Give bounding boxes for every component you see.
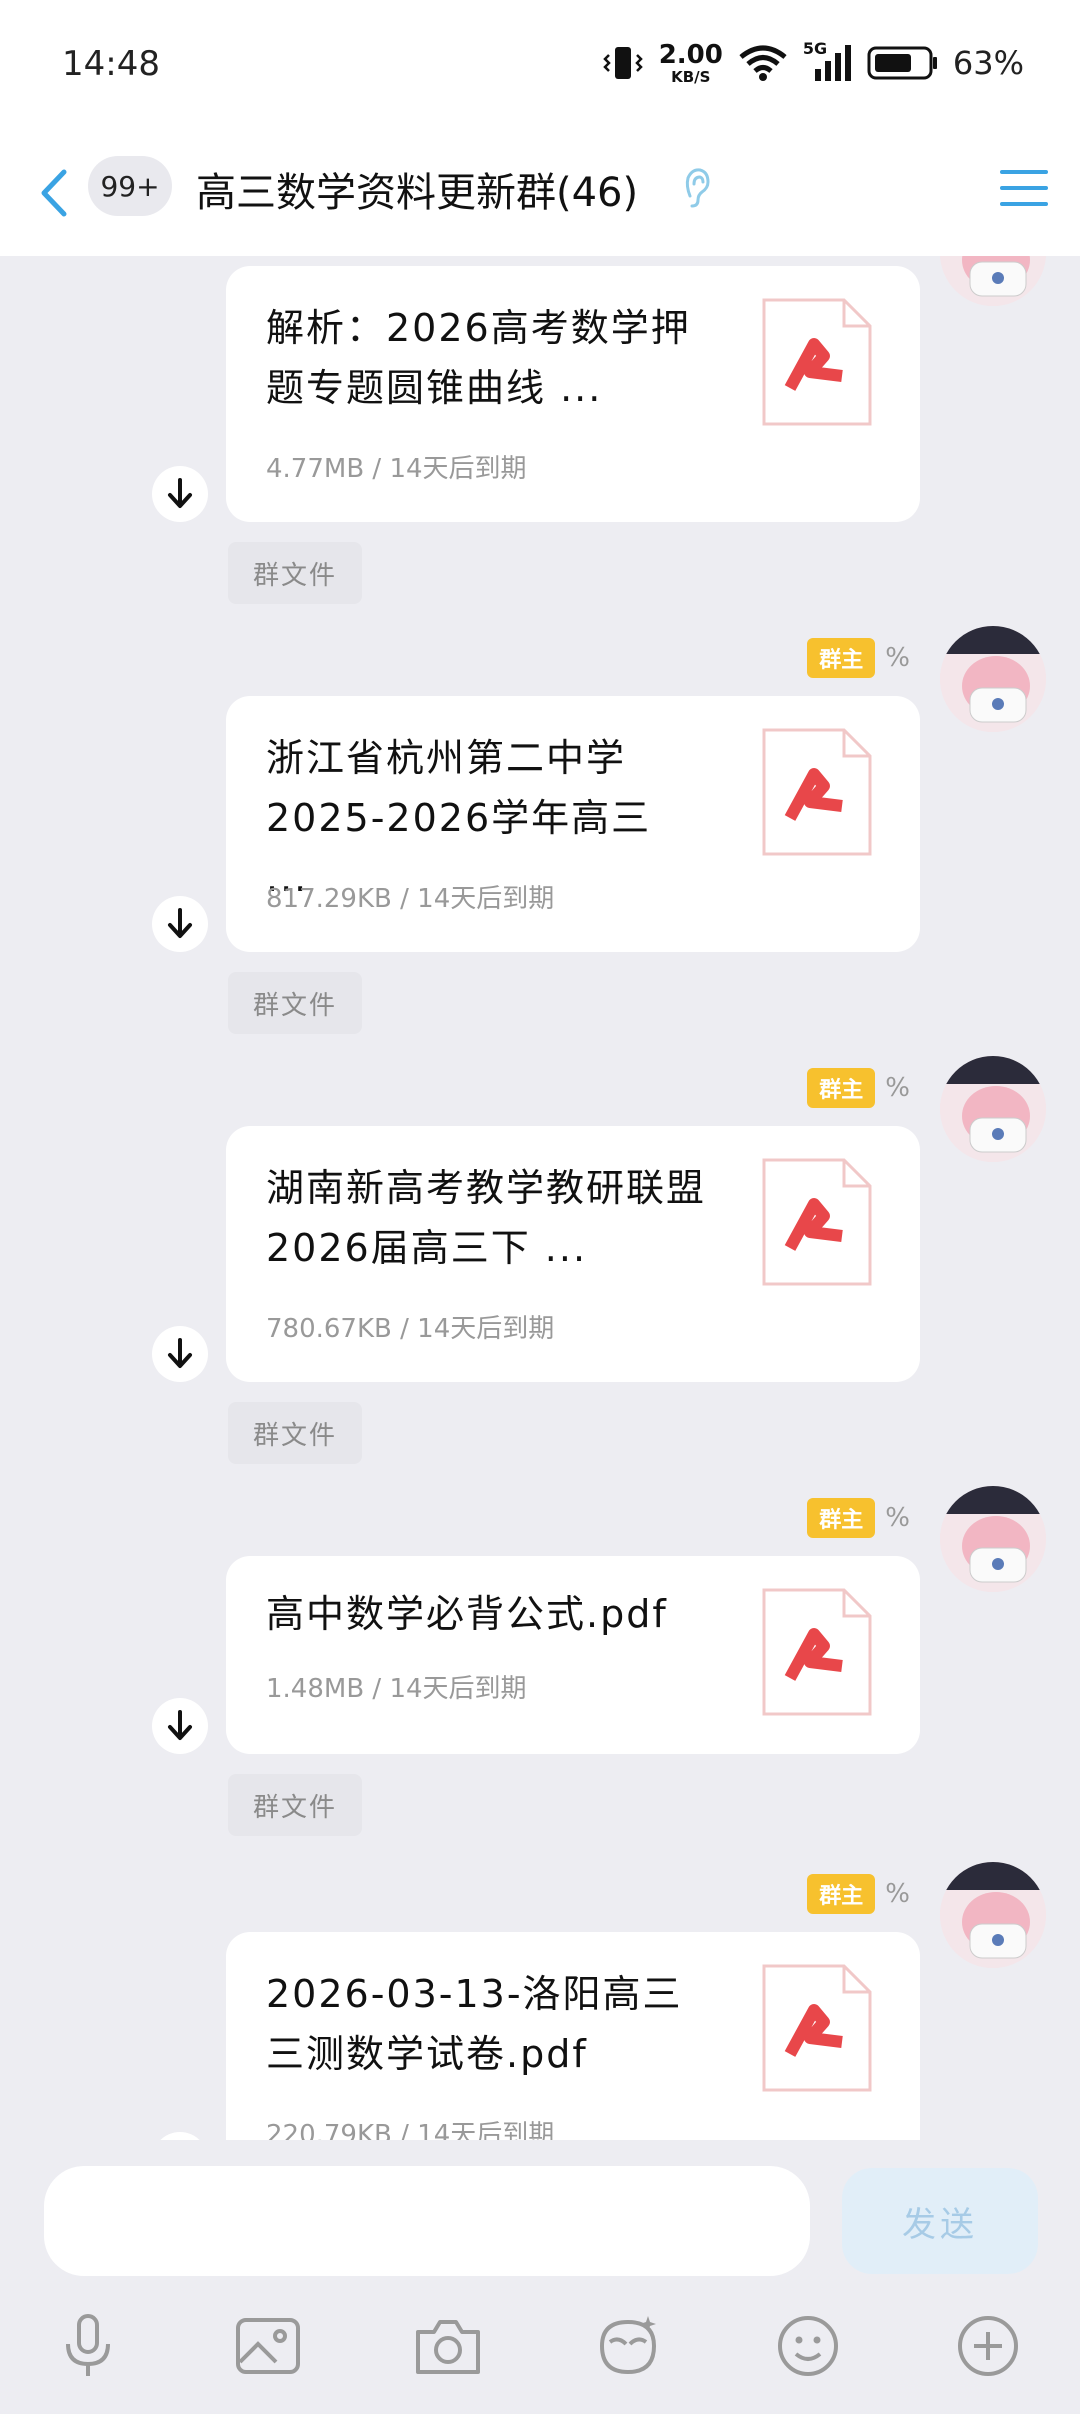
pdf-icon: [762, 1588, 872, 1716]
image-icon[interactable]: [232, 2310, 304, 2382]
message-item: 解析：2026高考数学押题专题圆锥曲线 ... 4.77MB / 14天后到期 …: [0, 256, 1080, 616]
camera-icon[interactable]: [412, 2310, 484, 2382]
signal-icon: 5G: [803, 39, 853, 85]
avatar[interactable]: [940, 1486, 1046, 1592]
message-item: 群主 % 高中数学必背公式.pdf 1.48MB / 14天后到期 群文件: [0, 1486, 1080, 1866]
battery-percent: 63%: [952, 44, 1024, 82]
chat-header: 99+ 高三数学资料更新群(46): [0, 130, 1080, 256]
download-button[interactable]: [152, 1326, 208, 1382]
file-name: 解析：2026高考数学押题专题圆锥曲线 ...: [266, 306, 691, 410]
avatar[interactable]: [940, 1862, 1046, 1968]
file-card[interactable]: 浙江省杭州第二中学2025-2026学年高三 ... 817.29KB / 14…: [226, 696, 920, 952]
send-button[interactable]: 发送: [842, 2168, 1038, 2274]
file-meta: 4.77MB / 14天后到期: [266, 454, 527, 484]
avatar[interactable]: [940, 1056, 1046, 1162]
avatar[interactable]: [940, 626, 1046, 732]
file-name: 2026-03-13-洛阳高三三测数学试卷.pdf: [266, 1972, 683, 2076]
download-button[interactable]: [152, 466, 208, 522]
network-speed: 2.00 KB/S: [659, 42, 723, 85]
file-name: 高中数学必背公式.pdf: [266, 1592, 668, 1636]
pdf-icon: [762, 1964, 872, 2092]
owner-tag: 群主: [807, 1874, 876, 1914]
file-card[interactable]: 湖南新高考教学教研联盟2026届高三下 ... 780.67KB / 14天后到…: [226, 1126, 920, 1382]
message-item: 群主 % 浙江省杭州第二中学2025-2026学年高三 ... 817.29KB…: [0, 626, 1080, 1046]
file-meta: 1.48MB / 14天后到期: [266, 1674, 527, 1704]
emoji-icon[interactable]: [772, 2310, 844, 2382]
group-file-tag: 群文件: [228, 972, 362, 1034]
download-button[interactable]: [152, 2132, 208, 2140]
status-bar: 14:48 2.00 KB/S 5G 63%: [0, 0, 1080, 130]
file-name: 湖南新高考教学教研联盟2026届高三下 ...: [266, 1166, 707, 1270]
plus-icon[interactable]: [952, 2310, 1024, 2382]
file-meta: 780.67KB / 14天后到期: [266, 1314, 555, 1344]
owner-tag: 群主: [807, 1068, 876, 1108]
pdf-icon: [762, 1158, 872, 1286]
speed-unit: KB/S: [671, 67, 711, 86]
group-file-tag: 群文件: [228, 542, 362, 604]
file-card[interactable]: 高中数学必背公式.pdf 1.48MB / 14天后到期: [226, 1556, 920, 1754]
message-item: 群主 % 2026-03-13-洛阳高三三测数学试卷.pdf 220.79KB …: [0, 1862, 1080, 2140]
toolbar: [0, 2310, 1080, 2390]
chat-title[interactable]: 高三数学资料更新群(46): [196, 160, 638, 218]
group-file-tag: 群文件: [228, 1774, 362, 1836]
sender-name: %: [885, 1503, 910, 1533]
sender-info: 群主 %: [807, 1068, 910, 1108]
ear-icon[interactable]: [682, 166, 712, 210]
owner-tag: 群主: [807, 1498, 876, 1538]
download-icon: [168, 1710, 192, 1740]
battery-icon: [867, 46, 937, 80]
back-icon[interactable]: [30, 158, 80, 228]
sender-name: %: [885, 1879, 910, 1909]
status-icons: 2.00 KB/S 5G 63%: [601, 38, 1024, 88]
avatar[interactable]: [940, 256, 1046, 306]
input-bar: 发送: [0, 2140, 1080, 2414]
download-button[interactable]: [152, 896, 208, 952]
vibrate-icon: [602, 47, 643, 79]
sender-info: 群主 %: [807, 1498, 910, 1538]
group-file-tag: 群文件: [228, 1402, 362, 1464]
unread-badge[interactable]: 99+: [88, 156, 172, 216]
sender-info: 群主 %: [807, 638, 910, 678]
sender-name: %: [885, 1073, 910, 1103]
speed-value: 2.00: [658, 39, 723, 70]
sticker-icon[interactable]: [592, 2310, 664, 2382]
download-icon: [168, 1338, 192, 1368]
wifi-icon: [739, 45, 787, 81]
message-input[interactable]: [44, 2166, 810, 2276]
pdf-icon: [762, 298, 872, 426]
sender-info: 群主 %: [807, 1874, 910, 1914]
sender-name: %: [885, 643, 910, 673]
file-meta: 817.29KB / 14天后到期: [266, 884, 555, 914]
owner-tag: 群主: [807, 638, 876, 678]
file-card[interactable]: 解析：2026高考数学押题专题圆锥曲线 ... 4.77MB / 14天后到期: [226, 266, 920, 522]
file-card[interactable]: 2026-03-13-洛阳高三三测数学试卷.pdf 220.79KB / 14天…: [226, 1932, 920, 2140]
menu-icon[interactable]: [998, 166, 1050, 210]
file-meta: 220.79KB / 14天后到期: [266, 2120, 555, 2140]
download-icon: [168, 908, 192, 938]
mic-icon[interactable]: [52, 2310, 124, 2382]
status-time: 14:48: [62, 44, 160, 84]
download-button[interactable]: [152, 1698, 208, 1754]
message-item: 群主 % 湖南新高考教学教研联盟2026届高三下 ... 780.67KB / …: [0, 1056, 1080, 1476]
download-icon: [168, 478, 192, 508]
message-list[interactable]: 解析：2026高考数学押题专题圆锥曲线 ... 4.77MB / 14天后到期 …: [0, 256, 1080, 2140]
pdf-icon: [762, 728, 872, 856]
